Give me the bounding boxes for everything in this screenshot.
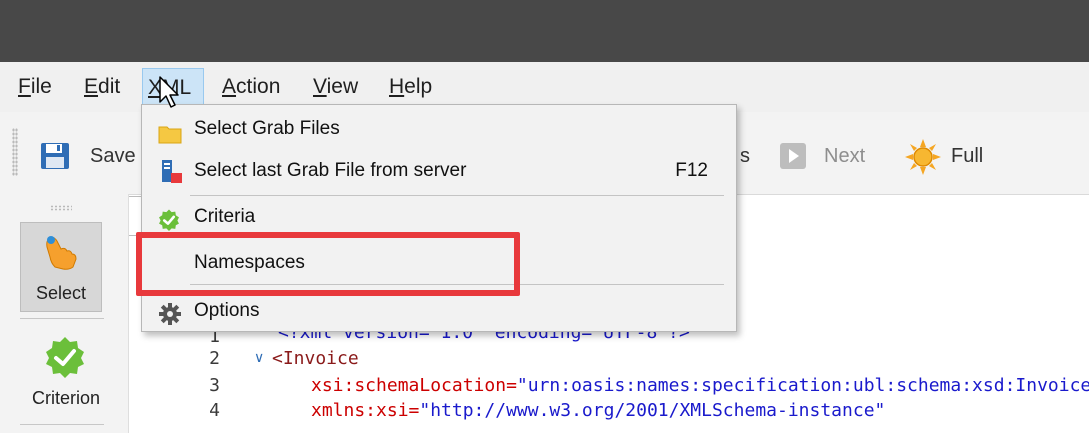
- play-icon: [780, 143, 806, 183]
- gear-icon: [159, 300, 181, 340]
- sun-icon: [905, 139, 941, 189]
- toolbar-grip[interactable]: [12, 128, 18, 176]
- menu-item-select-last-grab-file[interactable]: Select last Grab File from server F12: [142, 151, 736, 191]
- select-button[interactable]: Select: [20, 222, 102, 312]
- fold-toggle[interactable]: ∨: [254, 350, 264, 366]
- code-line-3: xsi:schemaLocation="urn:oasis:names:spec…: [311, 375, 1089, 396]
- code-line-2: <Invoice: [272, 348, 359, 369]
- check-badge-icon: [44, 336, 86, 383]
- code-line-4: xmlns:xsi="http://www.w3.org/2001/XMLSch…: [311, 400, 886, 421]
- line-number: 3: [209, 375, 220, 396]
- panel-divider: [20, 424, 104, 425]
- menu-item-select-grab-files[interactable]: Select Grab Files: [142, 109, 736, 149]
- panel-divider: [20, 318, 104, 319]
- mouse-cursor-icon: [159, 76, 183, 115]
- highlight-box: [136, 232, 520, 296]
- panel-grip[interactable]: [50, 205, 72, 211]
- criterion-label: Criterion: [31, 388, 101, 408]
- full-button[interactable]: Full: [905, 136, 1005, 176]
- menu-separator: [190, 195, 724, 196]
- next-button[interactable]: Next: [780, 136, 880, 176]
- line-number: 4: [209, 400, 220, 421]
- line-number: 2: [209, 348, 220, 369]
- menu-item-options[interactable]: Options: [142, 291, 736, 331]
- save-icon: [40, 142, 70, 184]
- server-file-icon: [160, 159, 184, 200]
- menu-file[interactable]: File: [18, 62, 52, 112]
- pointer-hand-icon: [43, 233, 79, 276]
- menu-item-criteria[interactable]: Criteria: [142, 197, 736, 237]
- toolbar-partial-label: s: [740, 145, 750, 167]
- menu-edit[interactable]: Edit: [84, 62, 120, 112]
- title-bar: [0, 0, 1089, 62]
- xml-dropdown-menu: Select Grab Files Select last Grab File …: [141, 104, 737, 332]
